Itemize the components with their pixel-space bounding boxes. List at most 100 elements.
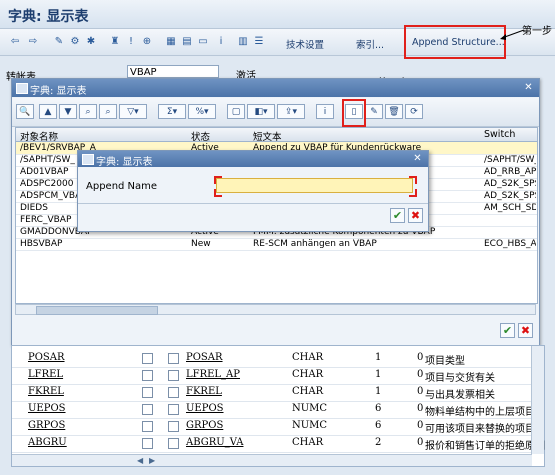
field-cell-dec: 0 [417,437,424,448]
field-checkbox[interactable] [168,438,179,449]
field-cell-dec: 0 [417,369,424,380]
field-cell-elem: LFREL_AP [186,369,240,380]
display-icon[interactable]: ▭ [196,35,210,48]
layout-icon[interactable]: ▤ [180,35,194,48]
scroll-left-icon[interactable]: ◀ [137,456,143,465]
col-status[interactable]: 状态 [191,129,210,143]
field-cell-len: 2 [375,437,382,448]
field-checkbox[interactable] [142,353,153,364]
subdialog-title: 字典: 显示表 [96,157,153,168]
find-icon[interactable]: ⌕ [79,104,97,119]
forward-icon[interactable]: ⇨ [26,35,40,48]
subdialog-close-icon[interactable]: ✕ [412,153,423,164]
refresh-icon[interactable]: ⟳ [405,104,423,119]
grid-cell-text: RE-SCM anhängen an VBAP [253,239,377,249]
subdialog-cancel-button[interactable]: ✖ [408,208,423,223]
step1-arrow-icon [500,29,525,40]
info-pin-icon[interactable]: ! [124,35,138,48]
input-focus-corner [214,189,222,197]
fields-vertical-scrollbar[interactable] [531,346,544,454]
dialog-ok-button[interactable]: ✔ [500,323,515,338]
info-icon[interactable]: i [316,104,334,119]
col-short-text[interactable]: 短文本 [253,129,282,143]
toggle-icon[interactable]: ⚙ [68,35,82,48]
back-icon[interactable]: ⇦ [8,35,22,48]
fields-horizontal-scrollbar[interactable]: ◀ ▶ [12,454,532,466]
field-cell-name: ABGRU [28,437,67,448]
hierarchy-icon[interactable]: ♜ [108,35,122,48]
input-focus-corner [214,176,222,184]
index-button[interactable]: 索引... [356,37,384,51]
info-icon[interactable]: i [214,35,228,48]
dialog-cancel-button[interactable]: ✖ [518,323,533,338]
field-cell-elem: GRPOS [186,420,224,431]
field-cell-type: NUMC [292,420,328,431]
where-used-icon[interactable]: ⊕ [140,35,154,48]
export-icon[interactable]: ⇪▾ [277,104,305,119]
grid-horizontal-scrollbar[interactable] [15,304,536,315]
field-checkbox[interactable] [142,404,153,415]
sort-asc-icon[interactable]: ▲ [39,104,57,119]
find-next-icon[interactable]: ⌕ [99,104,117,119]
field-checkbox[interactable] [168,387,179,398]
dialog-title-bar: 字典: 显示表 ✕ [12,79,539,97]
subtotal-icon[interactable]: %▾ [188,104,216,119]
grid-cell-name: HBSVBAP [20,239,63,249]
field-checkbox[interactable] [142,421,153,432]
table-row[interactable]: UEPOS UEPOS NUMC 6 0 物料单结构中的上层项目 [12,401,544,419]
grid-header: 对象名称 状态 短文本 Switch [16,128,537,143]
sum-icon[interactable]: Σ▾ [158,104,186,119]
grid-row[interactable]: HBSVBAP New RE-SCM anhängen an VBAP ECO_HBS… [16,238,537,251]
field-cell-elem: POSAR [186,352,223,363]
dialog-close-icon[interactable]: ✕ [523,82,534,93]
subdialog-ok-button[interactable]: ✔ [390,208,405,223]
field-checkbox[interactable] [168,353,179,364]
change-icon[interactable]: ✎ [365,104,383,119]
field-checkbox[interactable] [142,387,153,398]
table-row[interactable]: POSAR POSAR CHAR 1 0 项目类型 [12,350,544,368]
table-name-field[interactable]: VBAP [127,65,219,78]
table-row[interactable]: GRPOS GRPOS NUMC 6 0 可用该项目来替换的项目 [12,418,544,436]
field-cell-desc: 项目类型 [425,356,465,367]
append-name-dialog: 字典: 显示表 ✕ Append Name ✔ ✖ [77,150,429,232]
field-cell-len: 6 [375,403,382,414]
subdialog-window-icon [82,154,94,165]
dialog-toolbar: 🔍 ▲ ▼ ⌕ ⌕ ▽▾ Σ▾ %▾ ▢ ◧▾ ⇪▾ i ▯ ✎ 🗑 ⟳ [12,98,539,127]
field-checkbox[interactable] [142,438,153,449]
subdialog-divider [78,203,428,204]
input-focus-corner [409,189,417,197]
detail-icon[interactable]: 🔍 [16,104,34,119]
field-checkbox[interactable] [142,370,153,381]
field-checkbox[interactable] [168,404,179,415]
scroll-right-icon[interactable]: ▶ [149,456,155,465]
append-name-input[interactable] [216,178,413,193]
col-switch[interactable]: Switch [484,129,515,140]
tech-settings-button[interactable]: 技术设置 [286,37,324,51]
field-checkbox[interactable] [168,421,179,432]
field-checkbox[interactable] [168,370,179,381]
table-row[interactable]: ABGRU ABGRU_VA CHAR 2 0 报价和销售订单的拒绝原因 [12,435,545,453]
dialog-title: 字典: 显示表 [30,86,87,97]
sort-desc-icon[interactable]: ▼ [59,104,77,119]
list-icon[interactable]: ☰ [252,35,266,48]
delete-icon[interactable]: 🗑 [385,104,403,119]
append-name-label: Append Name [86,181,158,192]
table-row[interactable]: LFREL LFREL_AP CHAR 1 0 项目与交货有关 [12,367,544,385]
structure-icon[interactable]: ▦ [164,35,178,48]
filter-icon[interactable]: ▽▾ [119,104,147,119]
grid-cell-switch: AD_S2K_SPS [484,191,536,201]
col-object-name[interactable]: 对象名称 [20,129,58,143]
views-icon[interactable]: ◧▾ [247,104,275,119]
scroll-thumb[interactable] [36,306,158,315]
step2-highlight [342,99,366,127]
grid-icon[interactable]: ▥ [236,35,250,48]
field-cell-type: CHAR [292,369,324,380]
activate-icon[interactable]: ✱ [84,35,98,48]
grid-cell-switch: AD_RRB_APP [484,167,536,177]
print-icon[interactable]: ▢ [227,104,245,119]
table-row[interactable]: FKREL FKREL CHAR 1 0 与出具发票相关 [12,384,544,402]
field-cell-name: POSAR [28,352,65,363]
edit-icon[interactable]: ✎ [52,35,66,48]
grid-cell-switch: AD_S2K_SPS [484,179,536,189]
field-cell-len: 6 [375,420,382,431]
